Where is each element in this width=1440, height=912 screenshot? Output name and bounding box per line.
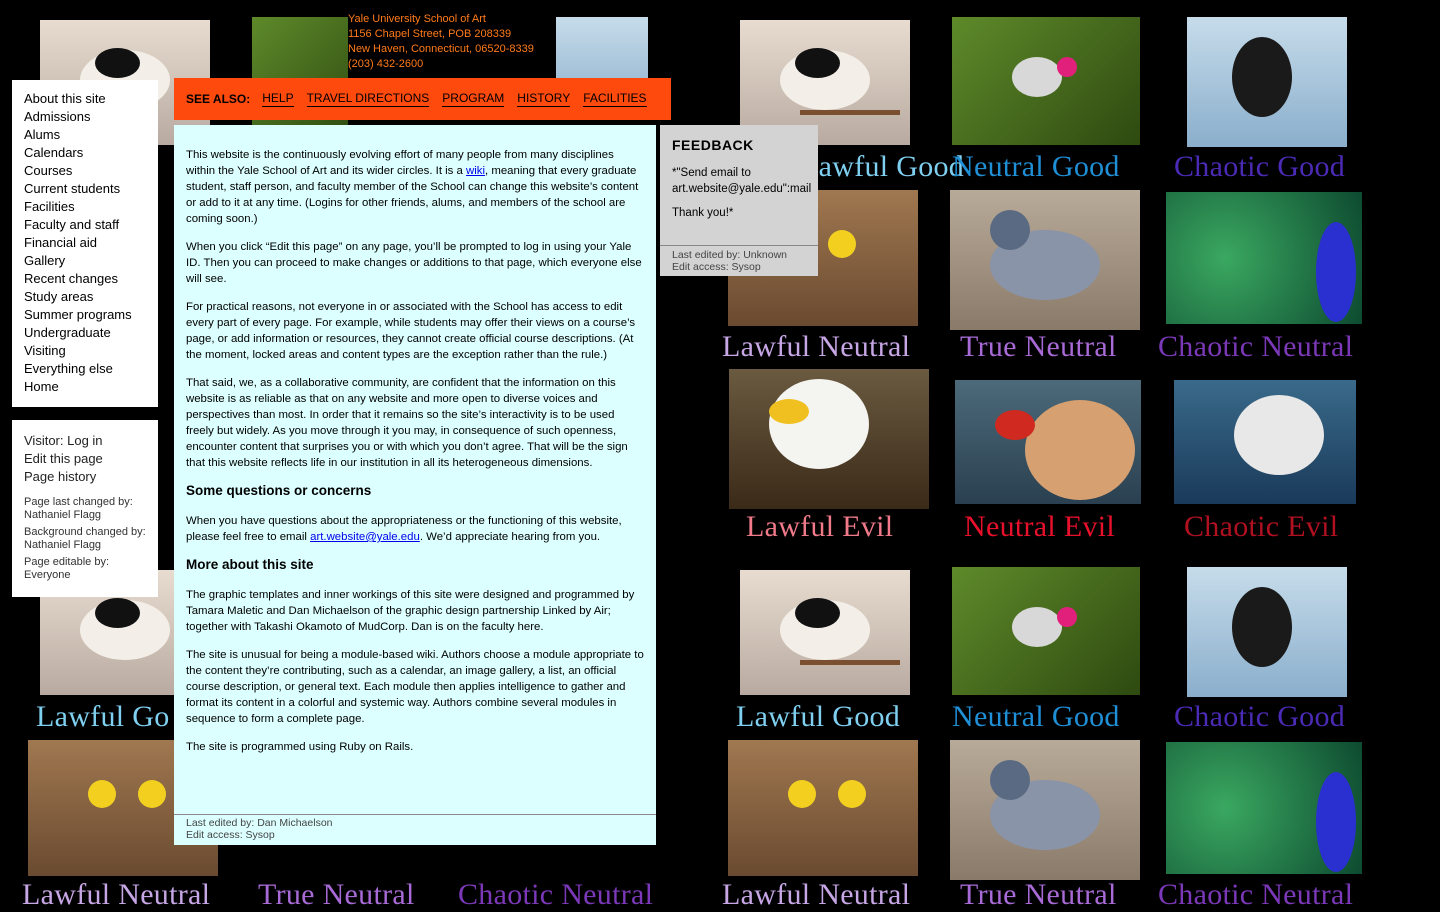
see-also-bar: SEE ALSO: HELP TRAVEL DIRECTIONS PROGRAM… [174, 78, 671, 120]
design-paragraph: The graphic templates and inner workings… [186, 589, 635, 633]
alignment-caption: Lawful Neutral [722, 330, 911, 363]
hummingbird-image [952, 567, 1140, 695]
nav-item-financial-aid[interactable]: Financial aid [24, 234, 158, 252]
crow-image [1187, 567, 1347, 697]
main-footer: Last edited by: Dan Michaelson Edit acce… [174, 814, 656, 841]
nav-item-current-students[interactable]: Current students [24, 180, 158, 198]
alignment-caption: Chaotic Neutral [458, 878, 654, 911]
feedback-panel: FEEDBACK *"Send email to art.website@yale… [660, 125, 818, 276]
alignment-caption: Chaotic Evil [1184, 510, 1339, 543]
page-meta: Page last changed by: Nathaniel Flagg Ba… [12, 486, 158, 582]
email-link[interactable]: art.website@yale.edu [310, 531, 420, 543]
travel-directions-link[interactable]: TRAVEL DIRECTIONS [306, 91, 430, 107]
feedback-edit-access: Edit access: Sysop [672, 261, 761, 273]
nav-item-undergraduate[interactable]: Undergraduate [24, 324, 158, 342]
alignment-caption: True Neutral [960, 878, 1117, 911]
editable-label: Page editable by: [24, 556, 110, 568]
feedback-title: FEEDBACK [672, 137, 754, 153]
questions-paragraph: When you have questions about the approp… [186, 515, 622, 543]
help-link[interactable]: HELP [262, 91, 294, 107]
nav-item-about[interactable]: About this site [24, 90, 158, 108]
alignment-caption: Chaotic Neutral [1158, 878, 1354, 911]
nav-item-visiting[interactable]: Visiting [24, 342, 158, 360]
nav-item-faculty[interactable]: Faculty and staff [24, 216, 158, 234]
alignment-caption: Lawful Neutral [722, 878, 911, 911]
alignment-caption: True Neutral [258, 878, 415, 911]
page-history-link[interactable]: Page history [24, 468, 158, 486]
nav-item-alums[interactable]: Alums [24, 126, 158, 144]
address-street: 1156 Chapel Street, POB 208339 [348, 28, 512, 40]
login-link[interactable]: Visitor: Log in [24, 432, 158, 450]
feedback-thanks: Thank you!* [672, 207, 734, 219]
nav-item-everything-else[interactable]: Everything else [24, 360, 158, 378]
main-content: This website is the continuously evolvin… [174, 125, 656, 845]
hummingbird-image [952, 17, 1140, 145]
seagull-image [1174, 380, 1356, 504]
eagle-image [729, 369, 929, 509]
nav-item-calendars[interactable]: Calendars [24, 144, 158, 162]
main-navigation: About this site Admissions Alums Calenda… [12, 80, 158, 407]
intro-paragraph: This website is the continuously evolvin… [186, 149, 639, 225]
history-link[interactable]: HISTORY [517, 91, 571, 107]
module-paragraph: The site is unusual for being a module-b… [186, 649, 644, 725]
changed-by-label: Page last changed by: [24, 496, 133, 508]
address-phone: (203) 432-2600 [348, 58, 424, 70]
peacock-image [1166, 742, 1362, 874]
edit-access: Edit access: Sysop [186, 829, 275, 841]
last-edited: Last edited by: Dan Michaelson [186, 817, 333, 829]
feedback-last-edited: Last edited by: Unknown [672, 249, 787, 261]
alignment-caption: Chaotic Good [1174, 700, 1346, 733]
chicken-image [955, 380, 1141, 504]
nav-item-gallery[interactable]: Gallery [24, 252, 158, 270]
questions-heading: Some questions or concerns [186, 483, 372, 498]
user-panel: Visitor: Log in Edit this page Page hist… [12, 420, 158, 597]
editable-value: Everyone [24, 569, 71, 581]
chickadee-image [740, 570, 910, 695]
nav-item-admissions[interactable]: Admissions [24, 108, 158, 126]
pigeon-image [950, 190, 1140, 330]
alignment-caption: Neutral Good [952, 150, 1120, 183]
edit-paragraph: When you click “Edit this page” on any p… [186, 241, 642, 285]
facilities-link[interactable]: FACILITIES [583, 91, 647, 107]
alignment-caption: True Neutral [960, 330, 1117, 363]
owl-image [728, 740, 918, 876]
about-heading: More about this site [186, 557, 314, 572]
alignment-caption: Lawful Neutral [22, 878, 211, 911]
alignment-caption: Lawful Evil [746, 510, 894, 543]
community-paragraph: That said, we, as a collaborative commun… [186, 377, 628, 469]
nav-item-recent-changes[interactable]: Recent changes [24, 270, 158, 288]
crow-image [1187, 17, 1347, 147]
alignment-caption: Lawful Go [36, 700, 170, 733]
wiki-link[interactable]: wiki [466, 165, 485, 177]
nav-item-courses[interactable]: Courses [24, 162, 158, 180]
alignment-caption: Chaotic Neutral [1158, 330, 1354, 363]
nav-item-facilities[interactable]: Facilities [24, 198, 158, 216]
nav-item-summer-programs[interactable]: Summer programs [24, 306, 158, 324]
changed-by-value: Nathaniel Flagg [24, 509, 102, 521]
school-address: Yale University School of Art 1156 Chape… [348, 12, 534, 72]
program-link[interactable]: PROGRAM [442, 91, 505, 107]
bg-changed-label: Background changed by: [24, 526, 146, 538]
alignment-caption: Lawful Good [736, 700, 901, 733]
rails-paragraph: The site is programmed using Ruby on Rai… [186, 741, 414, 753]
access-paragraph: For practical reasons, not everyone in o… [186, 301, 636, 361]
pigeon-image [950, 740, 1140, 880]
nav-item-home[interactable]: Home [24, 378, 158, 396]
feedback-footer: Last edited by: Unknown Edit access: Sys… [660, 245, 818, 273]
see-also-label: SEE ALSO: [186, 92, 251, 106]
nav-item-study-areas[interactable]: Study areas [24, 288, 158, 306]
alignment-caption: Lawful Good [800, 150, 965, 183]
alignment-caption: Neutral Good [952, 700, 1120, 733]
feedback-text: *"Send email to art.website@yale.edu":mai… [672, 167, 812, 195]
peacock-image [1166, 192, 1362, 324]
address-city: New Haven, Connecticut, 06520-8339 [348, 43, 534, 55]
edit-page-link[interactable]: Edit this page [24, 450, 158, 468]
alignment-caption: Neutral Evil [964, 510, 1116, 543]
alignment-caption: Chaotic Good [1174, 150, 1346, 183]
address-name: Yale University School of Art [348, 13, 486, 25]
bg-changed-value: Nathaniel Flagg [24, 539, 102, 551]
